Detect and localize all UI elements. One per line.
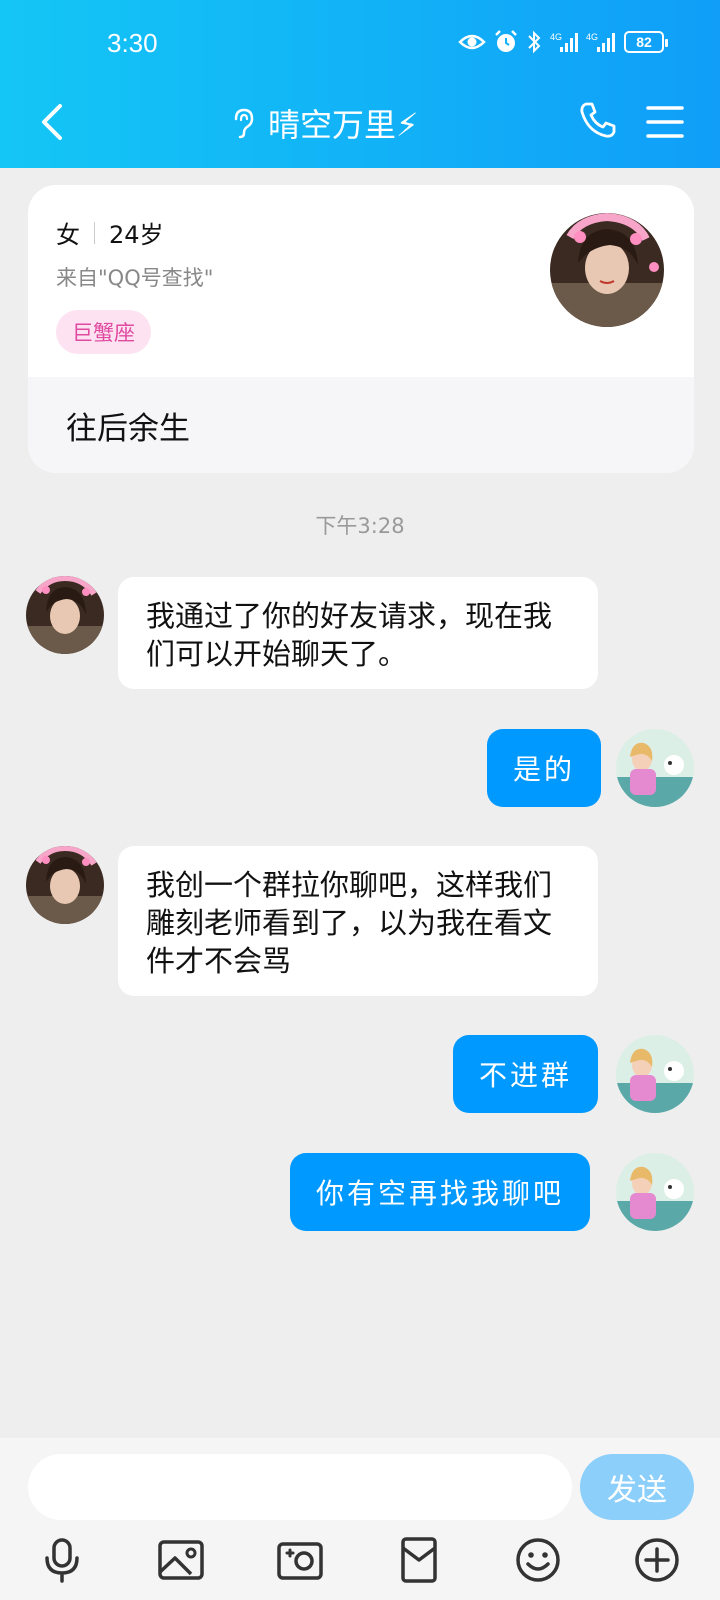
svg-text:4G: 4G	[550, 32, 562, 42]
friend-avatar[interactable]	[26, 576, 104, 654]
bluetooth-icon	[528, 30, 541, 54]
message-time: 下午3:28	[315, 514, 405, 538]
gender-label: 女	[56, 221, 80, 249]
zodiac-tag: 巨蟹座	[56, 310, 151, 354]
hamburger-icon	[646, 106, 684, 138]
phone-icon	[580, 102, 616, 138]
signal-icon: 4G	[550, 32, 578, 52]
camera-icon	[277, 1542, 323, 1580]
profile-info: 女 24岁 来自"QQ号查找"	[56, 215, 213, 292]
battery-icon: 82	[624, 31, 668, 53]
image-icon	[158, 1540, 204, 1580]
back-button[interactable]	[34, 100, 70, 144]
image-button[interactable]	[155, 1534, 207, 1586]
age-label: 24岁	[109, 221, 164, 249]
voice-button[interactable]	[36, 1534, 88, 1586]
profile-card[interactable]: 女 24岁 来自"QQ号查找" 巨蟹座 往后余生	[28, 185, 694, 473]
menu-button[interactable]	[645, 104, 685, 140]
send-button[interactable]: 发送	[580, 1454, 694, 1520]
profile-signature: 往后余生	[28, 377, 694, 473]
ear-icon	[234, 108, 254, 139]
status-icons: 4G 4G 82	[458, 30, 668, 54]
self-avatar[interactable]	[616, 1035, 694, 1113]
message-bubble-self[interactable]: 你有空再找我聊吧	[290, 1153, 591, 1231]
source-label: 来自"QQ号查找"	[56, 266, 214, 290]
composer-bar: 发送	[0, 1438, 720, 1600]
status-time: 3:30	[107, 28, 158, 58]
self-avatar[interactable]	[616, 1153, 694, 1231]
camera-button[interactable]	[274, 1534, 326, 1586]
title-area[interactable]: 晴空万里⚡	[230, 100, 418, 146]
chevron-left-icon	[42, 104, 62, 140]
red-packet-button[interactable]	[393, 1534, 445, 1586]
alarm-icon	[495, 30, 517, 52]
red-packet-icon	[401, 1537, 437, 1583]
chat-title: 晴空万里⚡	[268, 106, 419, 144]
emoji-button[interactable]	[512, 1534, 564, 1586]
call-button[interactable]	[578, 100, 618, 140]
self-avatar[interactable]	[616, 729, 694, 807]
message-input[interactable]	[28, 1454, 572, 1520]
message-bubble-self[interactable]: 是的	[487, 729, 602, 807]
chat-header: 3:30 4G 4G 82 晴空万里⚡	[0, 0, 720, 168]
svg-text:4G: 4G	[586, 32, 598, 42]
plus-icon	[635, 1538, 679, 1582]
signal-icon-2: 4G	[586, 32, 615, 52]
eye-icon	[458, 34, 486, 50]
message-bubble-self[interactable]: 不进群	[453, 1035, 599, 1113]
message-bubble[interactable]: 我通过了你的好友请求，现在我们可以开始聊天了。	[118, 577, 598, 689]
friend-avatar[interactable]	[26, 846, 104, 924]
mic-icon	[45, 1538, 79, 1583]
profile-avatar[interactable]	[550, 213, 664, 327]
emoji-icon	[516, 1538, 560, 1582]
divider	[94, 221, 95, 244]
gender-age: 女 24岁	[56, 215, 213, 250]
message-bubble[interactable]: 我创一个群拉你聊吧，这样我们雕刻老师看到了，以为我在看文件才不会骂	[118, 846, 598, 996]
composer-toolbar	[0, 1534, 720, 1594]
more-button[interactable]	[631, 1534, 683, 1586]
